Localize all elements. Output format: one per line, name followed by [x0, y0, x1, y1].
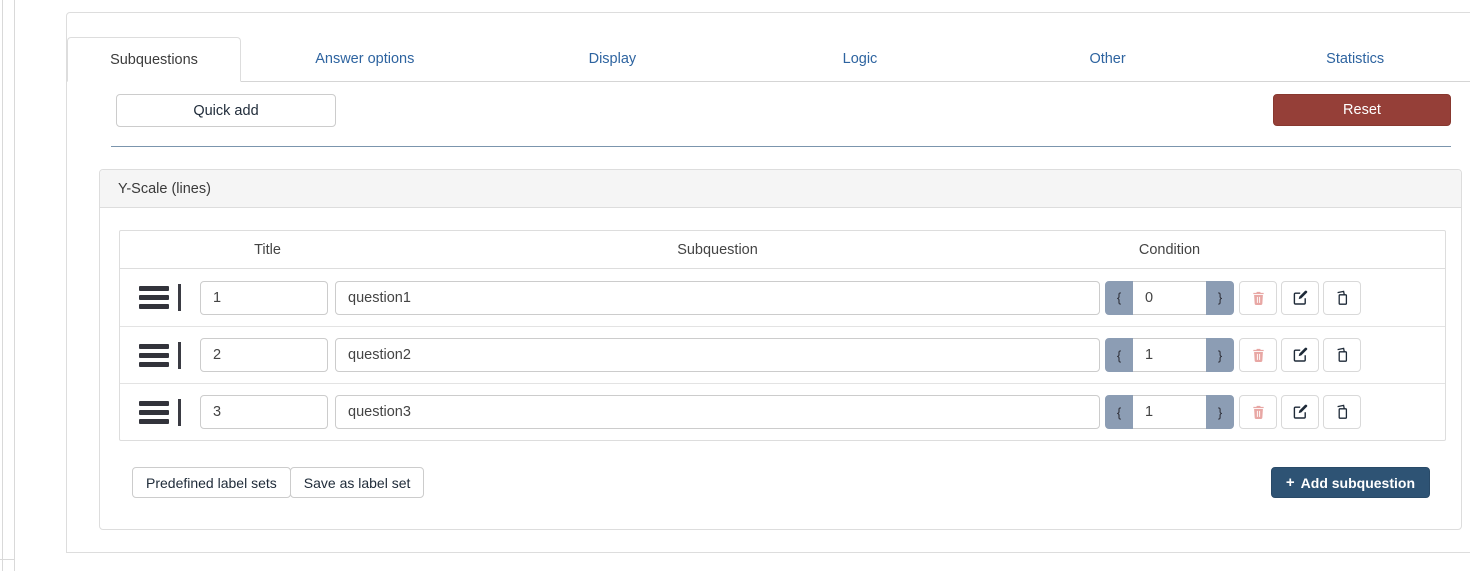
condition-close-brace: } — [1206, 395, 1234, 429]
column-header-subquestion: Subquestion — [677, 241, 758, 258]
tab-answer-options[interactable]: Answer options — [241, 37, 489, 81]
condition-group: { } — [1105, 395, 1234, 429]
page-left-rule — [2, 0, 3, 571]
condition-input[interactable] — [1133, 395, 1206, 429]
divider — [111, 146, 1451, 147]
page-left-rule-2 — [14, 0, 15, 571]
quick-add-button[interactable]: Quick add — [116, 94, 336, 127]
copy-icon — [1334, 290, 1350, 306]
condition-input[interactable] — [1133, 338, 1206, 372]
edit-pencil-icon — [1292, 347, 1308, 363]
subquestions-panel: Y-Scale (lines) Title Subquestion Condit… — [99, 169, 1462, 530]
drag-handle-icon[interactable] — [139, 398, 181, 426]
panel-body: Title Subquestion Condition 1 question1 … — [100, 208, 1461, 529]
copy-icon — [1334, 347, 1350, 363]
copy-button[interactable] — [1323, 395, 1361, 429]
table-header-row: Title Subquestion Condition — [120, 231, 1445, 269]
column-header-condition: Condition — [1138, 241, 1201, 258]
tab-statistics[interactable]: Statistics — [1231, 37, 1470, 81]
condition-open-brace: { — [1105, 280, 1133, 315]
condition-group: { } — [1105, 338, 1234, 372]
toolbar: Quick add Reset — [116, 94, 1451, 127]
title-input[interactable] — [200, 280, 328, 315]
condition-open-brace: { — [1105, 338, 1133, 372]
drag-handle-icon[interactable] — [139, 284, 181, 311]
trash-icon — [1251, 347, 1266, 363]
subquestions-table: Title Subquestion Condition 1 question1 … — [119, 230, 1446, 441]
edit-button[interactable] — [1281, 280, 1319, 315]
add-subquestion-label: Add subquestion — [1300, 474, 1415, 491]
question-editor-panel: Subquestions Answer options Display Logi… — [66, 12, 1470, 553]
trash-icon — [1251, 404, 1266, 420]
drag-handle-icon[interactable] — [139, 341, 181, 369]
condition-input[interactable] — [1133, 280, 1206, 315]
subquestion-row: { } — [120, 326, 1445, 383]
condition-close-brace: } — [1206, 338, 1234, 372]
title-input[interactable] — [200, 338, 328, 372]
edit-pencil-icon — [1292, 404, 1308, 420]
condition-open-brace: { — [1105, 395, 1133, 429]
tab-content: Quick add Reset Y-Scale (lines) Title Su… — [67, 82, 1470, 560]
page-footer-rule — [0, 559, 15, 560]
subquestion-row: { } — [120, 269, 1445, 326]
tab-other[interactable]: Other — [984, 37, 1232, 81]
add-subquestion-button[interactable]: + Add subquestion — [1270, 467, 1430, 498]
edit-button[interactable] — [1281, 395, 1319, 429]
copy-button[interactable] — [1323, 280, 1361, 315]
tab-display[interactable]: Display — [489, 37, 737, 81]
delete-button[interactable] — [1239, 280, 1277, 315]
copy-button[interactable] — [1323, 338, 1361, 372]
delete-button[interactable] — [1239, 395, 1277, 429]
table-footer: Predefined label sets Save as label set … — [119, 467, 1446, 498]
column-header-title: Title — [254, 241, 281, 258]
condition-close-brace: } — [1206, 280, 1234, 315]
reset-button[interactable]: Reset — [1273, 94, 1451, 126]
trash-icon — [1251, 290, 1266, 306]
edit-pencil-icon — [1292, 290, 1308, 306]
tab-bar: Subquestions Answer options Display Logi… — [67, 37, 1470, 82]
edit-button[interactable] — [1281, 338, 1319, 372]
subquestion-row: { } — [120, 383, 1445, 440]
subquestion-input[interactable] — [335, 338, 1100, 372]
plus-icon: + — [1285, 474, 1295, 491]
subquestion-input[interactable] — [335, 280, 1100, 315]
save-as-label-set-button[interactable]: Save as label set — [289, 467, 425, 498]
panel-title: Y-Scale (lines) — [100, 170, 1461, 208]
predefined-label-sets-button[interactable]: Predefined label sets — [132, 467, 291, 498]
tab-logic[interactable]: Logic — [736, 37, 984, 81]
title-input[interactable] — [200, 395, 328, 429]
subquestion-input[interactable] — [335, 395, 1100, 429]
condition-group: { } — [1105, 280, 1234, 315]
label-set-button-group: Predefined label sets Save as label set — [132, 467, 425, 498]
copy-icon — [1334, 404, 1350, 420]
tab-subquestions[interactable]: Subquestions — [67, 37, 241, 82]
delete-button[interactable] — [1239, 338, 1277, 372]
